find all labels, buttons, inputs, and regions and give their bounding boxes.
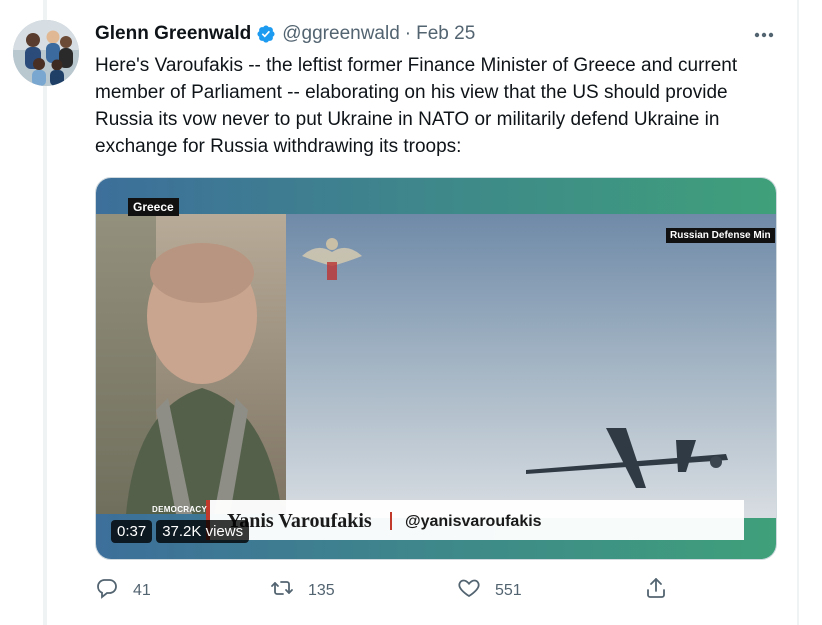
author-handle[interactable]: @ggreenwald <box>282 23 400 45</box>
country-overlay-label: Greece <box>128 198 179 216</box>
avatar[interactable] <box>13 20 79 86</box>
heart-icon <box>457 576 481 605</box>
reply-count: 41 <box>133 581 151 599</box>
verified-badge-icon <box>256 24 276 44</box>
tweet-text: Here's Varoufakis -- the leftist former … <box>95 55 738 157</box>
lower-third-handle: @yanisvaroufakis <box>405 513 542 530</box>
share-icon <box>644 576 668 605</box>
share-button[interactable] <box>644 576 668 605</box>
more-options-icon[interactable] <box>749 22 779 48</box>
tweet-actions: 41 135 551 <box>95 576 685 606</box>
author-display-name[interactable]: Glenn Greenwald <box>95 23 251 45</box>
video-player[interactable]: Greece Russian Defense Min DEMOCRACY Yan… <box>95 177 777 560</box>
source-overlay-label: Russian Defense Min <box>666 228 775 243</box>
tweet-date[interactable]: Feb 25 <box>416 23 475 45</box>
column-border <box>797 0 799 625</box>
video-views: 37.2K views <box>156 520 250 543</box>
like-button[interactable]: 551 <box>457 576 522 605</box>
video-duration: 0:37 <box>111 520 153 543</box>
tweet-header: Glenn Greenwald @ggreenwald · Feb 25 <box>95 22 475 46</box>
reply-icon <box>95 576 119 605</box>
reply-button[interactable]: 41 <box>95 576 151 605</box>
video-info-badges: 0:37 37.2K views <box>111 520 250 543</box>
network-overlay-label: DEMOCRACY <box>152 505 208 514</box>
like-count: 551 <box>495 581 522 599</box>
retweet-count: 135 <box>308 581 335 599</box>
avatar-photo <box>13 20 79 86</box>
thread-line <box>43 0 47 625</box>
separator-dot: · <box>404 23 412 44</box>
retweet-icon <box>270 576 294 605</box>
retweet-button[interactable]: 135 <box>270 576 335 605</box>
